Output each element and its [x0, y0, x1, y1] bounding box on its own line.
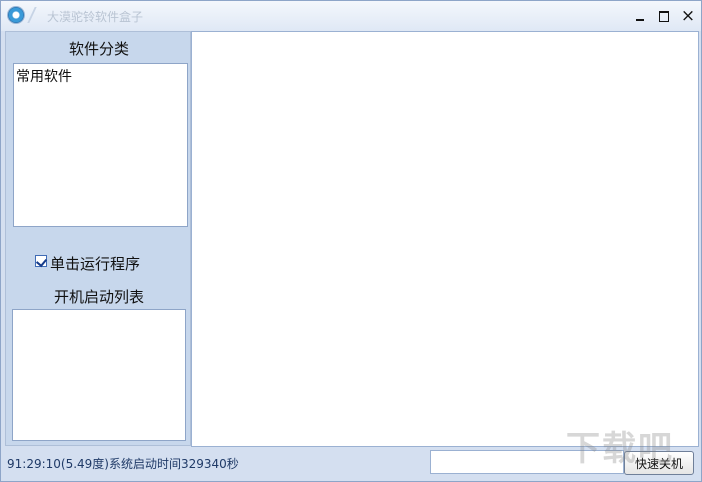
app-window: 大漠驼铃软件盒子 × 软件分类 常用软件 单击运行程序 开机启动列表 91:29…	[0, 0, 702, 482]
title-decoration	[27, 7, 49, 23]
minimize-icon[interactable]	[631, 7, 649, 25]
maximize-icon[interactable]	[655, 7, 673, 25]
category-title: 软件分类	[68, 40, 129, 58]
category-list[interactable]: 常用软件	[13, 63, 188, 227]
status-time: 91:29:10(5.49度)	[7, 457, 109, 471]
single-click-label[interactable]: 单击运行程序	[50, 253, 140, 274]
main-content-area[interactable]	[191, 31, 699, 447]
close-icon[interactable]: ×	[679, 7, 697, 25]
watermark-logo: 下载吧	[566, 429, 674, 465]
checkmark-icon	[35, 255, 48, 268]
title-bar[interactable]: 大漠驼铃软件盒子 ×	[1, 1, 701, 31]
status-boot-time: 系统启动时间329340秒	[109, 457, 239, 471]
category-item-common[interactable]: 常用软件	[16, 66, 72, 86]
app-logo-icon	[8, 7, 24, 23]
startup-list-title: 开机启动列表	[53, 288, 144, 306]
startup-list[interactable]	[12, 309, 186, 441]
window-title: 大漠驼铃软件盒子	[47, 10, 144, 24]
sidebar: 软件分类 常用软件 单击运行程序 开机启动列表	[5, 31, 191, 446]
single-click-checkbox[interactable]	[35, 255, 48, 268]
